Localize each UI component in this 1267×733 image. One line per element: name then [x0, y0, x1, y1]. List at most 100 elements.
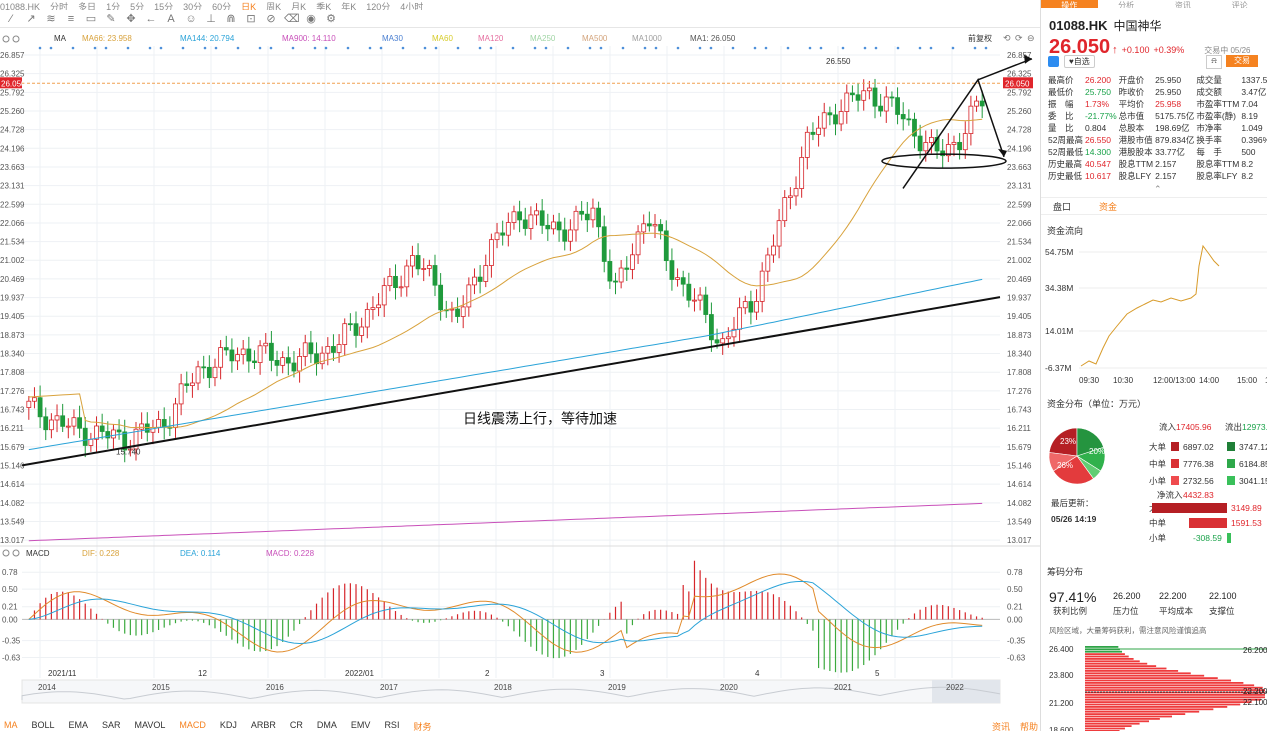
- indicator-tab-rsi[interactable]: RSI: [384, 720, 399, 731]
- brush-tool-icon[interactable]: ✎: [104, 13, 118, 25]
- tab-orderbook[interactable]: 盘口: [1053, 200, 1071, 213]
- candle-body: [511, 211, 517, 223]
- indicator-tab-财务[interactable]: 财务: [413, 720, 431, 732]
- legend-MA: MA: [54, 34, 67, 43]
- emoji-tool-icon[interactable]: ☺: [184, 13, 198, 25]
- y-axis-label-right: 16.211: [1007, 424, 1031, 433]
- period-7[interactable]: 60分: [212, 2, 231, 10]
- period-14[interactable]: 4小时: [400, 2, 423, 10]
- share-icon[interactable]: [1048, 56, 1059, 67]
- indicator-tabs: MA BOLL EMA SAR MAVOL MACD KDJ ARBR CR DMA EMV RSI 财…: [0, 720, 1044, 732]
- y-axis-label-right: 18.340: [1007, 350, 1032, 359]
- text-tool-icon[interactable]: A: [164, 13, 178, 25]
- eye-icon[interactable]: ◉: [304, 13, 318, 25]
- indicator-tab-cr[interactable]: CR: [290, 720, 303, 731]
- y-axis-label-left: 18.873: [0, 331, 25, 340]
- stat-value: 8.19: [1241, 111, 1258, 121]
- flow-y-label: 14.01M: [1045, 326, 1073, 336]
- indicator-tab-ma[interactable]: MA: [4, 720, 18, 731]
- chip-bar: [1085, 658, 1134, 660]
- stat-label: 历史最高: [1048, 159, 1083, 169]
- indicator-tab-macd[interactable]: MACD: [179, 720, 206, 731]
- ray-tool-icon[interactable]: ↗: [24, 13, 38, 25]
- candle-body: [466, 284, 472, 308]
- stat-value: 33.77亿: [1155, 147, 1185, 157]
- period-2[interactable]: 多日: [78, 2, 96, 10]
- magnet-icon[interactable]: ⋒: [224, 13, 238, 25]
- kline-chart[interactable]: 26.857 26.85726.325 26.32525.792 25.79225.2…: [0, 28, 1040, 720]
- stat-label: 平均价: [1118, 99, 1145, 109]
- period-13[interactable]: 120分: [366, 2, 390, 10]
- bottom-link-1[interactable]: 帮助: [1020, 720, 1038, 732]
- macd-y-left: 0.21: [2, 603, 18, 612]
- measure-tool-icon[interactable]: ✥: [124, 13, 138, 25]
- candle-body: [709, 314, 714, 341]
- panel-tab-2[interactable]: 资讯: [1155, 0, 1212, 8]
- chip-mark: 22.100: [1243, 698, 1267, 707]
- add-watchlist-button[interactable]: ♥自选: [1064, 55, 1095, 68]
- delete-icon[interactable]: ⌫: [284, 13, 300, 25]
- tab-capital[interactable]: 资金: [1099, 200, 1117, 213]
- price-change-pct: +0.39%: [1153, 45, 1185, 55]
- panel-tab-1[interactable]: 分析: [1098, 0, 1155, 8]
- stat-label: 港股市值: [1118, 135, 1153, 145]
- indicator-tab-emv[interactable]: EMV: [351, 720, 371, 731]
- settings-icon[interactable]: ⚙: [324, 13, 338, 25]
- y-axis-label-right: 25.792: [1007, 88, 1032, 97]
- indicator-tab-ema[interactable]: EMA: [69, 720, 89, 731]
- candle-body: [646, 223, 652, 227]
- collapse-icon[interactable]: ⌃: [1154, 184, 1162, 195]
- chip-bar: [1085, 727, 1125, 730]
- line-tool-icon[interactable]: ⁄: [4, 13, 18, 25]
- period-1[interactable]: 分时: [50, 2, 68, 10]
- candle-body: [895, 97, 900, 115]
- panel-tabs: 操作 分析 资讯 评论: [1041, 0, 1267, 8]
- rect-tool-icon[interactable]: ▭: [84, 13, 98, 25]
- candle-body: [229, 349, 235, 362]
- signal-dot: [544, 46, 548, 50]
- indicator-tab-sar[interactable]: SAR: [102, 720, 121, 731]
- bell-icon[interactable]: ⍾: [1206, 55, 1222, 69]
- net-row-label: 小单: [1149, 533, 1167, 543]
- period-11[interactable]: 季K: [316, 2, 331, 10]
- indicator-tab-arbr[interactable]: ARBR: [251, 720, 276, 731]
- period-3[interactable]: 1分: [106, 2, 120, 10]
- lock-icon[interactable]: ⊡: [244, 13, 258, 25]
- macd-label: MACD: [26, 549, 50, 558]
- indicator-tab-dma[interactable]: DMA: [317, 720, 337, 731]
- arrow-tool-icon[interactable]: ←: [144, 13, 158, 25]
- period-5[interactable]: 15分: [154, 2, 173, 10]
- stat-label: 振 幅: [1048, 99, 1074, 109]
- y-axis-label-right: 22.066: [1007, 219, 1032, 228]
- period-0[interactable]: 01088.HK: [0, 2, 40, 10]
- hide-icon[interactable]: ⊘: [264, 13, 278, 25]
- candle-body: [308, 342, 314, 355]
- candle-body: [43, 416, 49, 431]
- bottom-link-0[interactable]: 资讯: [992, 720, 1010, 732]
- fib-tool-icon[interactable]: ≡: [64, 13, 78, 25]
- period-8[interactable]: 日K: [241, 2, 256, 10]
- indicator-tab-boll[interactable]: BOLL: [32, 720, 55, 731]
- candle-body: [415, 255, 421, 270]
- candle-body: [838, 111, 844, 125]
- channel-tool-icon[interactable]: ≋: [44, 13, 58, 25]
- candle-body: [483, 265, 489, 282]
- trade-button[interactable]: 交易: [1226, 55, 1258, 67]
- signal-dot: [368, 46, 372, 50]
- period-10[interactable]: 月K: [291, 2, 306, 10]
- indicator-tab-kdj[interactable]: KDJ: [220, 720, 237, 731]
- panel-tab-3[interactable]: 评论: [1211, 0, 1267, 8]
- period-6[interactable]: 30分: [183, 2, 202, 10]
- period-4[interactable]: 5分: [130, 2, 144, 10]
- panel-tab-0[interactable]: 操作: [1041, 0, 1098, 8]
- indicator-tab-mavol[interactable]: MAVOL: [135, 720, 166, 731]
- stat-label: 总市值: [1118, 111, 1145, 121]
- ruler-tool-icon[interactable]: ⊥: [204, 13, 218, 25]
- chip-bar: [1085, 715, 1173, 718]
- overview-year: 2021: [834, 683, 852, 692]
- candle-body: [48, 419, 54, 431]
- candle-body: [184, 383, 190, 386]
- period-9[interactable]: 周K: [266, 2, 281, 10]
- period-12[interactable]: 年K: [341, 2, 356, 10]
- y-axis-label-left: 22.066: [0, 219, 25, 228]
